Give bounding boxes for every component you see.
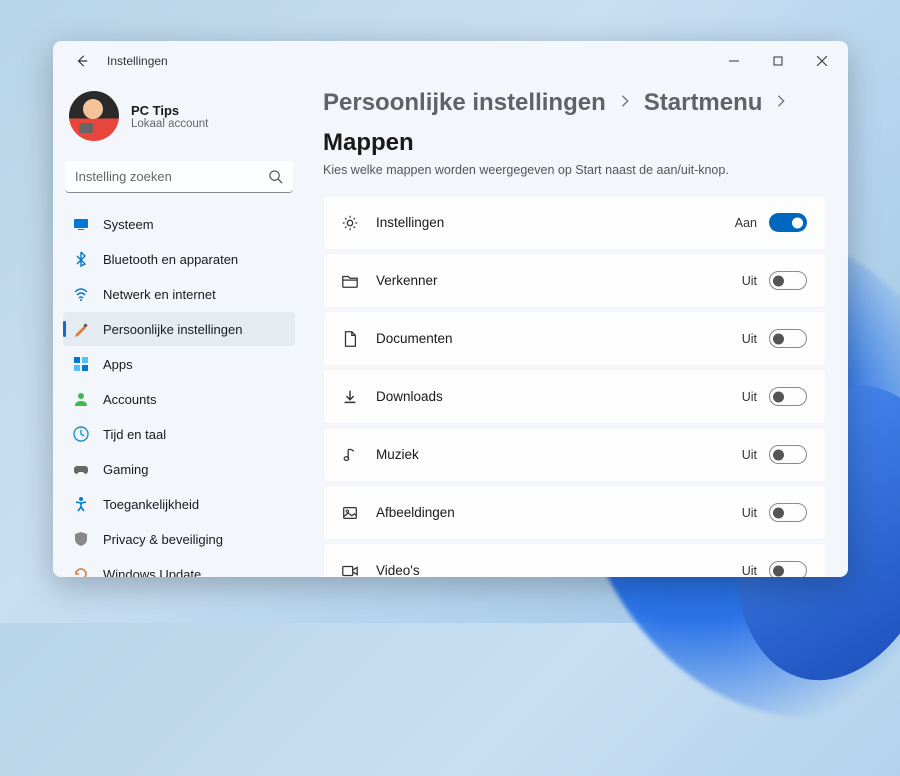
main-content: Persoonlijke instellingen Startmenu Mapp… [305, 81, 848, 577]
toggle-state-label: Uit [742, 390, 757, 404]
close-icon [817, 56, 827, 66]
folder-label: Verkenner [376, 273, 742, 288]
documents-icon [340, 329, 360, 349]
titlebar: Instellingen [53, 41, 848, 81]
toggle-downloads[interactable] [769, 387, 807, 406]
sidebar-item-label: Accounts [103, 392, 156, 407]
window-title: Instellingen [107, 54, 168, 68]
sidebar-item-gaming[interactable]: Gaming [63, 452, 295, 486]
sidebar: PC Tips Lokaal account Systeem Bluetooth … [53, 81, 305, 577]
sidebar-item-bluetooth[interactable]: Bluetooth en apparaten [63, 242, 295, 276]
downloads-icon [340, 387, 360, 407]
settings-icon [340, 213, 360, 233]
sidebar-item-label: Tijd en taal [103, 427, 166, 442]
pictures-icon [340, 503, 360, 523]
folder-label: Video's [376, 563, 742, 577]
update-icon [73, 566, 89, 577]
page-subtitle: Kies welke mappen worden weergegeven op … [323, 163, 826, 177]
sidebar-item-label: Gaming [103, 462, 149, 477]
bluetooth-icon [73, 251, 89, 267]
music-icon [340, 445, 360, 465]
toggle-state-label: Uit [742, 506, 757, 520]
sidebar-item-label: Bluetooth en apparaten [103, 252, 238, 267]
profile-block[interactable]: PC Tips Lokaal account [63, 81, 295, 159]
search-input[interactable] [65, 161, 293, 193]
settings-window: Instellingen PC Tips Lokaal account Syst… [53, 41, 848, 577]
sidebar-item-network[interactable]: Netwerk en internet [63, 277, 295, 311]
folder-label: Muziek [376, 447, 742, 462]
folder-label: Afbeeldingen [376, 505, 742, 520]
network-icon [73, 286, 89, 302]
sidebar-item-label: Persoonlijke instellingen [103, 322, 242, 337]
folder-row-music: MuziekUit [323, 427, 826, 482]
toggle-state-label: Uit [742, 332, 757, 346]
folder-row-documents: DocumentenUit [323, 311, 826, 366]
privacy-icon [73, 531, 89, 547]
sidebar-item-update[interactable]: Windows Update [63, 557, 295, 577]
chevron-right-icon [618, 94, 632, 113]
toggle-settings[interactable] [769, 213, 807, 232]
nav-list: Systeem Bluetooth en apparaten Netwerk en … [63, 207, 295, 577]
folder-row-videos: Video'sUit [323, 543, 826, 577]
maximize-icon [773, 56, 783, 66]
toggle-state-label: Uit [742, 448, 757, 462]
toggle-state-label: Aan [735, 216, 757, 230]
avatar [69, 91, 119, 141]
sidebar-item-accounts[interactable]: Accounts [63, 382, 295, 416]
time-icon [73, 426, 89, 442]
apps-icon [73, 356, 89, 372]
folder-row-downloads: DownloadsUit [323, 369, 826, 424]
close-button[interactable] [800, 46, 844, 76]
toggle-state-label: Uit [742, 564, 757, 578]
toggle-documents[interactable] [769, 329, 807, 348]
toggle-state-label: Uit [742, 274, 757, 288]
folder-label: Downloads [376, 389, 742, 404]
sidebar-item-apps[interactable]: Apps [63, 347, 295, 381]
sidebar-item-accessibility[interactable]: Toegankelijkheid [63, 487, 295, 521]
folder-label: Instellingen [376, 215, 735, 230]
videos-icon [340, 561, 360, 578]
toggle-music[interactable] [769, 445, 807, 464]
search-icon [268, 169, 283, 184]
sidebar-item-personalization[interactable]: Persoonlijke instellingen [63, 312, 295, 346]
breadcrumb-personalization[interactable]: Persoonlijke instellingen [323, 89, 606, 117]
maximize-button[interactable] [756, 46, 800, 76]
sidebar-item-label: Netwerk en internet [103, 287, 216, 302]
back-button[interactable] [67, 46, 97, 76]
chevron-right-icon [774, 94, 788, 113]
personalization-icon [73, 321, 89, 337]
back-arrow-icon [75, 54, 89, 68]
accessibility-icon [73, 496, 89, 512]
toggle-pictures[interactable] [769, 503, 807, 522]
sidebar-item-label: Apps [103, 357, 133, 372]
search-box [65, 161, 293, 193]
system-icon [73, 216, 89, 232]
sidebar-item-label: Toegankelijkheid [103, 497, 199, 512]
minimize-button[interactable] [712, 46, 756, 76]
toggle-explorer[interactable] [769, 271, 807, 290]
minimize-icon [729, 56, 739, 66]
breadcrumb: Persoonlijke instellingen Startmenu Mapp… [323, 89, 826, 157]
breadcrumb-current: Mappen [323, 129, 414, 157]
profile-name: PC Tips [131, 103, 208, 118]
folder-row-settings: InstellingenAan [323, 195, 826, 250]
sidebar-item-label: Windows Update [103, 567, 201, 578]
sidebar-item-label: Privacy & beveiliging [103, 532, 223, 547]
explorer-icon [340, 271, 360, 291]
folder-list: InstellingenAanVerkennerUitDocumentenUit… [323, 195, 826, 577]
toggle-videos[interactable] [769, 561, 807, 577]
breadcrumb-startmenu[interactable]: Startmenu [644, 89, 763, 117]
sidebar-item-privacy[interactable]: Privacy & beveiliging [63, 522, 295, 556]
profile-subtitle: Lokaal account [131, 118, 208, 130]
folder-label: Documenten [376, 331, 742, 346]
sidebar-item-time[interactable]: Tijd en taal [63, 417, 295, 451]
accounts-icon [73, 391, 89, 407]
sidebar-item-system[interactable]: Systeem [63, 207, 295, 241]
sidebar-item-label: Systeem [103, 217, 154, 232]
folder-row-explorer: VerkennerUit [323, 253, 826, 308]
folder-row-pictures: AfbeeldingenUit [323, 485, 826, 540]
gaming-icon [73, 461, 89, 477]
